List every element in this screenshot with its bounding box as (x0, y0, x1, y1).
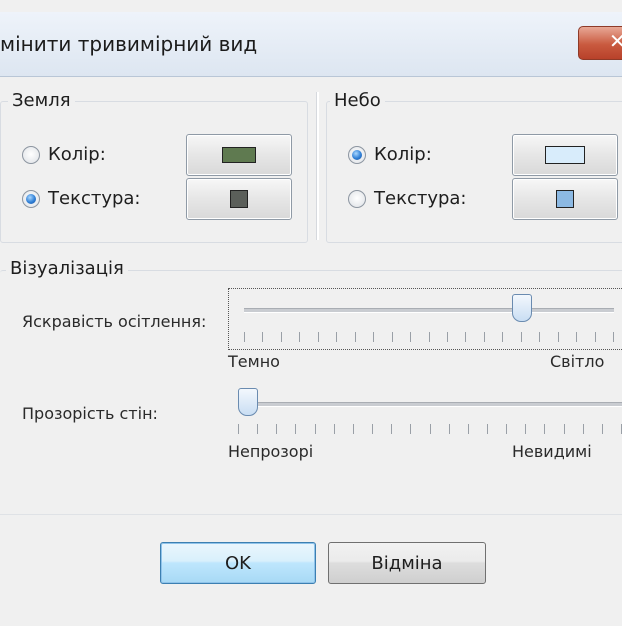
cancel-button[interactable]: Відміна (328, 542, 486, 584)
ground-texture-label: Текстура: (48, 188, 141, 209)
ground-color-swatch (222, 147, 256, 163)
slider-tick (317, 332, 319, 342)
slider-tick (502, 332, 504, 342)
slider-tick (276, 424, 278, 434)
slider-tick (299, 332, 301, 342)
sky-texture-swatch (556, 190, 574, 208)
slider-tick (352, 424, 354, 434)
slider-tick (373, 332, 375, 342)
wall-transparency-label: Прозорість стін: (22, 404, 158, 423)
sky-texture-radio-circle[interactable] (348, 189, 366, 208)
ground-texture-radio[interactable]: Текстура: (22, 188, 141, 209)
sky-texture-radio[interactable]: Текстура: (348, 188, 467, 209)
brightness-slider-track[interactable] (244, 308, 614, 313)
ground-color-label: Колір: (48, 144, 106, 165)
slider-tick (372, 424, 374, 434)
slider-tick (465, 332, 467, 342)
ground-color-radio[interactable]: Колір: (22, 144, 106, 165)
ground-texture-button[interactable] (186, 178, 292, 220)
sky-color-swatch (545, 146, 585, 164)
slider-tick (486, 424, 488, 434)
slider-tick (262, 332, 264, 342)
slider-tick (336, 332, 338, 342)
brightness-min-label: Темно (228, 352, 280, 371)
slider-tick (613, 332, 614, 342)
slider-tick (594, 332, 596, 342)
brightness-slider-ticks (244, 332, 614, 344)
slider-tick (576, 332, 578, 342)
sky-texture-label: Текстура: (374, 188, 467, 209)
sky-texture-button[interactable] (512, 178, 618, 220)
slider-tick (391, 332, 393, 342)
wall-transparency-slider-track[interactable] (238, 402, 622, 407)
slider-tick (557, 332, 559, 342)
ground-color-button[interactable] (186, 134, 292, 176)
slider-tick (354, 332, 356, 342)
close-icon: ✕ (609, 29, 622, 53)
slider-tick (410, 424, 412, 434)
brightness-slider-thumb[interactable] (511, 294, 532, 322)
close-button[interactable]: ✕ (578, 26, 622, 60)
slider-tick (483, 332, 485, 342)
sky-color-button[interactable] (512, 134, 618, 176)
wall-transparency-slider-ticks (238, 424, 622, 436)
slider-tick (601, 424, 603, 434)
slider-tick (428, 332, 430, 342)
ground-group-label: Земля (8, 90, 75, 111)
slider-tick (333, 424, 335, 434)
slider-tick (257, 424, 259, 434)
slider-tick (544, 424, 546, 434)
wall-transparency-min-label: Непрозорі (228, 442, 314, 461)
slider-tick (429, 424, 431, 434)
slider-tick (539, 332, 541, 342)
brightness-max-label: Світло (550, 352, 605, 371)
slider-tick (410, 332, 412, 342)
slider-tick (280, 332, 282, 342)
slider-tick (244, 332, 245, 342)
brightness-label: Яскравість осітлення: (22, 312, 207, 331)
sky-color-label: Колір: (374, 144, 432, 165)
sky-group-label: Небо (330, 90, 385, 111)
window-title: мінити тривимірний вид (0, 32, 258, 56)
dialog: мінити тривимірний вид ✕ Земля Колір: Те… (0, 0, 622, 626)
ok-button[interactable]: OK (160, 542, 316, 584)
slider-tick (520, 332, 522, 342)
slider-tick (448, 424, 450, 434)
ground-texture-radio-circle[interactable] (22, 189, 40, 208)
slider-tick (295, 424, 297, 434)
wall-transparency-max-label: Невидимі (512, 442, 592, 461)
slider-tick (238, 424, 239, 434)
slider-tick (391, 424, 393, 434)
ground-texture-swatch (230, 190, 248, 208)
sky-color-radio-circle[interactable] (348, 145, 366, 164)
slider-tick (525, 424, 527, 434)
wall-transparency-slider-thumb[interactable] (238, 388, 258, 416)
slider-tick (506, 424, 508, 434)
slider-tick (467, 424, 469, 434)
sky-color-radio[interactable]: Колір: (348, 144, 432, 165)
footer-separator (0, 514, 622, 515)
title-bar: мінити тривимірний вид ✕ (0, 12, 622, 77)
slider-tick (582, 424, 584, 434)
slider-tick (563, 424, 565, 434)
slider-tick (446, 332, 448, 342)
group-separator (316, 92, 319, 240)
ground-color-radio-circle[interactable] (22, 145, 40, 164)
visualization-group-label: Візуалізація (6, 258, 128, 279)
slider-tick (314, 424, 316, 434)
